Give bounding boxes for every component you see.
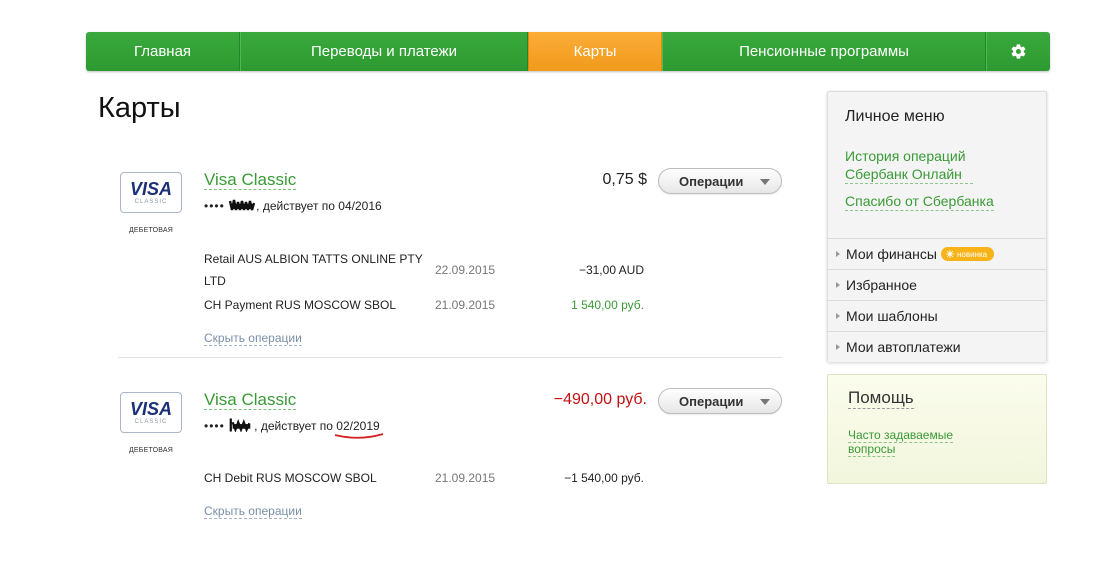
operations-button[interactable]: Операции — [658, 388, 782, 414]
triangle-right-icon — [836, 313, 840, 319]
menu-item-my-finances[interactable]: Мои финансы новинка — [828, 238, 1046, 269]
transaction-row[interactable]: CH Debit RUS MOSCOW SBOL 21.09.2015 −1 5… — [204, 467, 644, 489]
card-balance: −490,00 руб. — [553, 391, 647, 408]
card-type-label: ДЕБЕТОВАЯ — [128, 227, 174, 234]
transaction-amount: −1 540,00 руб. — [564, 471, 644, 485]
main-nav: Главная Переводы и платежи Карты Пенсион… — [86, 32, 1050, 71]
transaction-date: 22.09.2015 — [435, 263, 496, 277]
new-badge-label: новинка — [956, 249, 988, 259]
card-type-label: ДЕБЕТОВАЯ — [128, 447, 174, 454]
card-info: •••• , действует по 02/2019 — [204, 418, 384, 439]
nav-item-cards[interactable]: Карты — [528, 32, 662, 71]
redaction-scribble-icon — [229, 418, 251, 432]
card-valid-prefix: , действует по — [254, 419, 337, 433]
visa-logo-text: VISA — [129, 178, 172, 199]
card-expiry: 04/2016 — [338, 199, 382, 213]
operations-button[interactable]: Операции — [658, 168, 782, 194]
settings-button[interactable] — [986, 32, 1050, 71]
nav-item-home[interactable]: Главная — [86, 32, 240, 71]
personal-menu-title: Личное меню — [845, 108, 945, 125]
visa-logo-sub: CLASSIC — [134, 418, 168, 425]
operations-button-label: Операции — [679, 393, 744, 409]
card-expiry: 02/2019 — [336, 419, 380, 433]
triangle-right-icon — [836, 344, 840, 350]
card-number-masked: •••• — [204, 199, 225, 213]
card-item: VISA CLASSIC ДЕБЕТОВАЯ Visa Classic ••••… — [118, 160, 782, 358]
menu-item-favorites[interactable]: Избранное — [828, 269, 1046, 300]
triangle-right-icon — [836, 282, 840, 288]
redaction-scribble-icon — [228, 199, 256, 211]
menu-item-label: Мои автоплатежи — [846, 339, 961, 355]
triangle-right-icon — [836, 251, 840, 257]
red-underline-annotation-icon — [335, 433, 384, 439]
faq-link-label: Часто задаваемые вопросы — [848, 428, 954, 457]
transaction-description: Retail AUS ALBION TATTS ONLINE PTY LTD — [204, 252, 423, 288]
card-number-masked: •••• — [204, 419, 225, 433]
card-item: VISA CLASSIC ДЕБЕТОВАЯ Visa Classic ••••… — [118, 380, 782, 530]
visa-logo[interactable]: VISA CLASSIC — [120, 392, 182, 433]
transaction-amount: −31,00 AUD — [578, 263, 644, 277]
menu-item-label: Мои шаблоны — [846, 308, 938, 324]
chevron-down-icon — [760, 399, 770, 405]
transaction-row[interactable]: Retail AUS ALBION TATTS ONLINE PTY LTD 2… — [204, 248, 644, 292]
personal-menu: Личное меню История операций Сбербанк Он… — [827, 91, 1047, 362]
card-valid-prefix: , действует по — [256, 199, 339, 213]
visa-logo-text: VISA — [129, 398, 172, 419]
transaction-date: 21.09.2015 — [435, 298, 496, 312]
nav-item-transfers[interactable]: Переводы и платежи — [240, 32, 528, 71]
spasibo-link[interactable]: Спасибо от Сбербанка — [845, 192, 994, 211]
nav-item-pension[interactable]: Пенсионные программы — [662, 32, 986, 71]
transaction-description: CH Debit RUS MOSCOW SBOL — [204, 471, 377, 485]
transaction-row[interactable]: CH Payment RUS MOSCOW SBOL 21.09.2015 1 … — [204, 294, 644, 316]
card-name-link[interactable]: Visa Classic — [204, 390, 297, 410]
visa-logo-sub: CLASSIC — [134, 198, 168, 205]
gear-icon — [1011, 44, 1026, 59]
card-balance: 0,75 $ — [602, 171, 647, 188]
page-title: Карты — [98, 92, 181, 124]
transaction-description: CH Payment RUS MOSCOW SBOL — [204, 298, 397, 312]
help-box: Помощь Часто задаваемые вопросы — [827, 374, 1047, 484]
card-info: •••• , действует по 04/2016 — [204, 198, 382, 213]
hide-operations-link[interactable]: Скрыть операции — [204, 331, 302, 346]
menu-item-label: Мои финансы — [846, 246, 937, 262]
new-badge: новинка — [940, 247, 995, 261]
card-name-link[interactable]: Visa Classic — [204, 170, 297, 190]
menu-item-templates[interactable]: Мои шаблоны — [828, 300, 1046, 331]
personal-menu-list: Мои финансы новинка Избранное Мои шаблон… — [828, 238, 1046, 362]
hide-operations-link[interactable]: Скрыть операции — [204, 504, 302, 519]
operations-button-label: Операции — [679, 173, 744, 189]
operations-history-link[interactable]: История операций Сбербанк Онлайн — [845, 147, 973, 184]
card-expiry-highlighted: 02/2019 — [335, 419, 384, 439]
transaction-amount: 1 540,00 руб. — [571, 298, 644, 312]
transaction-date: 21.09.2015 — [435, 471, 496, 485]
visa-logo[interactable]: VISA CLASSIC — [120, 172, 182, 213]
sparkle-icon — [945, 250, 954, 258]
chevron-down-icon — [760, 179, 770, 185]
faq-link[interactable]: Часто задаваемые вопросы — [848, 428, 978, 457]
help-title[interactable]: Помощь — [848, 388, 914, 409]
menu-item-label: Избранное — [846, 277, 917, 293]
menu-item-autopayments[interactable]: Мои автоплатежи — [828, 331, 1046, 362]
